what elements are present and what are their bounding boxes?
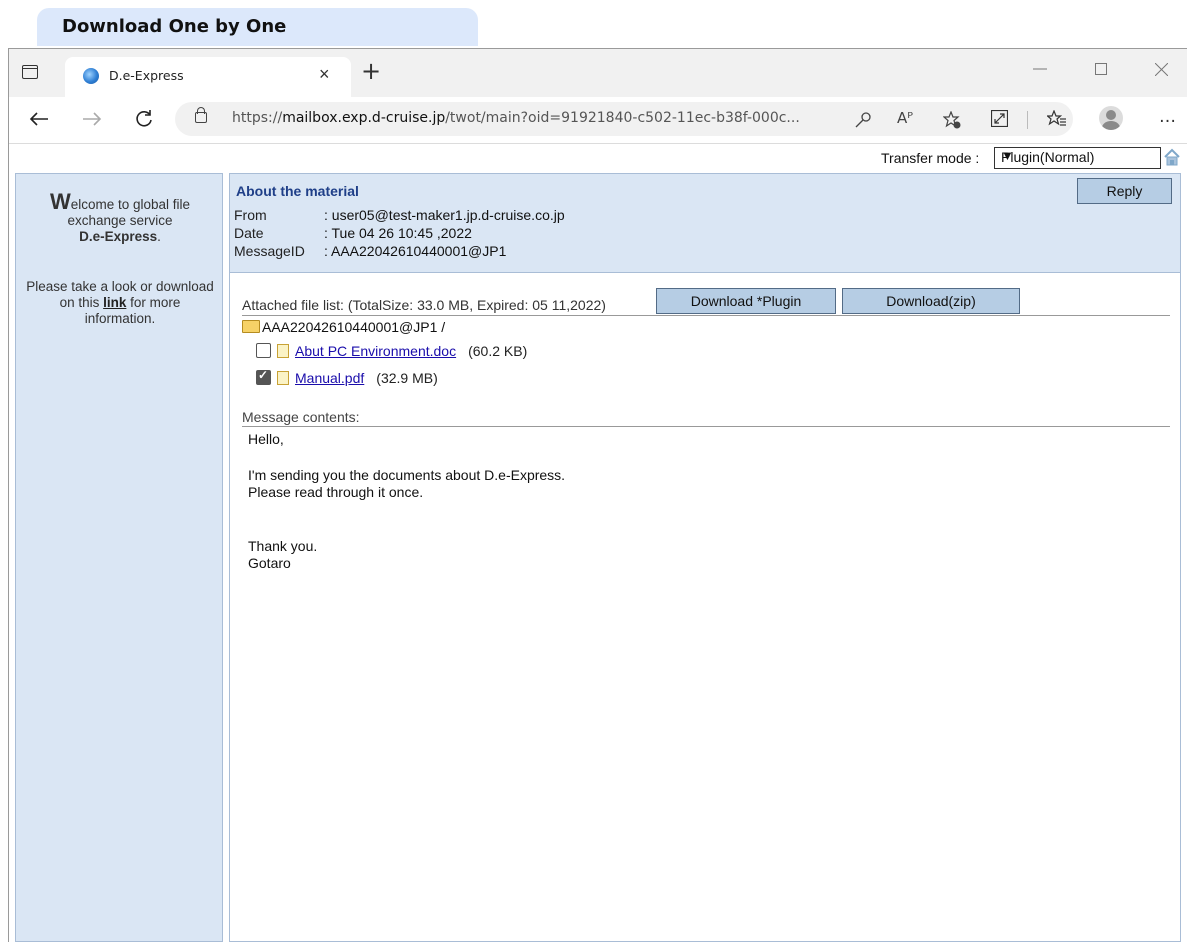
password-key-icon[interactable]: [855, 112, 871, 128]
caption-title: Download One by One: [62, 16, 287, 37]
new-tab-icon[interactable]: +: [361, 57, 381, 85]
sidebar: Welcome to global file exchange service D…: [15, 173, 223, 942]
file-size: (32.9 MB): [376, 370, 438, 386]
document-icon: [277, 344, 289, 358]
transfer-mode-label: Transfer mode :: [881, 150, 980, 166]
from-label: From: [234, 207, 267, 223]
folder-row: AAA22042610440001@JP1 /: [242, 319, 445, 335]
info-text: Please take a look or download on this l…: [26, 279, 214, 326]
file-link[interactable]: Manual.pdf: [295, 370, 364, 386]
browser-window: D.e-Express × + https://mailbox.exp.d-cr…: [8, 48, 1187, 942]
lock-icon[interactable]: [195, 107, 207, 123]
close-tab-icon[interactable]: ×: [319, 64, 330, 85]
file-row: Abut PC Environment.doc (60.2 KB): [256, 343, 527, 359]
maximize-icon[interactable]: [1095, 63, 1107, 75]
folder-name: AAA22042610440001@JP1 /: [262, 319, 446, 335]
transfer-mode-select[interactable]: Plugin(Normal) ▼: [994, 147, 1161, 169]
close-window-icon[interactable]: [1155, 63, 1168, 76]
refresh-icon[interactable]: [134, 109, 154, 129]
folder-icon: [242, 320, 260, 333]
page-content: Transfer mode : Plugin(Normal) ▼ Welcome…: [9, 144, 1187, 942]
date-label: Date: [234, 225, 264, 241]
date-value: : Tue 04 26 10:45 ,2022: [324, 225, 472, 241]
message-subject: About the material: [236, 183, 359, 199]
add-favorite-icon[interactable]: [943, 111, 961, 129]
home-icon[interactable]: [1163, 148, 1181, 166]
message-contents-label: Message contents:: [242, 409, 360, 425]
download-plugin-button[interactable]: Download *Plugin: [656, 288, 836, 314]
file-link[interactable]: Abut PC Environment.doc: [295, 343, 456, 359]
message-id-label: MessageID: [234, 243, 305, 259]
toolbar-separator: [1027, 111, 1028, 129]
back-icon[interactable]: [29, 111, 49, 127]
attached-file-list-label: Attached file list: (TotalSize: 33.0 MB,…: [242, 297, 606, 313]
welcome-text: Welcome to global file exchange service D…: [49, 189, 191, 245]
browser-toolbar: https://mailbox.exp.d-cruise.jp/twot/mai…: [9, 97, 1187, 144]
message-header: About the material Reply From : user05@t…: [230, 174, 1180, 273]
profile-avatar-icon[interactable]: [1099, 106, 1123, 130]
file-checkbox[interactable]: [256, 343, 271, 358]
favorites-icon[interactable]: [1047, 110, 1067, 128]
file-row: Manual.pdf (32.9 MB): [256, 368, 438, 386]
message-body-line: Please read through it once.: [248, 484, 424, 500]
browser-tab[interactable]: D.e-Express ×: [65, 57, 351, 97]
reply-button[interactable]: Reply: [1077, 178, 1172, 204]
from-value: : user05@test-maker1.jp.d-cruise.co.jp: [324, 207, 565, 223]
info-link[interactable]: link: [103, 295, 126, 310]
file-checkbox[interactable]: [256, 368, 271, 385]
message-body-line: Hello,: [248, 431, 284, 447]
minimize-icon[interactable]: [1033, 67, 1047, 71]
address-bar[interactable]: https://mailbox.exp.d-cruise.jp/twot/mai…: [175, 102, 1073, 136]
split-screen-icon[interactable]: [991, 110, 1008, 127]
forward-icon[interactable]: [82, 111, 102, 127]
divider: [242, 426, 1170, 427]
download-zip-button[interactable]: Download(zip): [842, 288, 1020, 314]
message-body-line: Thank you.: [248, 538, 318, 554]
globe-icon: [83, 68, 99, 84]
message-id-value: : AAA22042610440001@JP1: [324, 243, 507, 259]
url-text[interactable]: https://mailbox.exp.d-cruise.jp/twot/mai…: [232, 110, 800, 126]
message-panel: About the material Reply From : user05@t…: [229, 173, 1181, 942]
tab-title: D.e-Express: [109, 68, 184, 83]
file-size: (60.2 KB): [468, 343, 528, 359]
document-icon: [277, 371, 289, 385]
tab-strip: D.e-Express × +: [9, 49, 1187, 97]
read-aloud-icon[interactable]: Aᴾ: [897, 109, 913, 127]
more-options-icon[interactable]: …: [1159, 107, 1176, 127]
message-body-line: Gotaro: [248, 555, 291, 571]
tab-actions-icon[interactable]: [22, 65, 38, 79]
chevron-down-icon: ▼: [1001, 148, 1014, 163]
divider: [242, 315, 1170, 316]
message-body-line: I'm sending you the documents about D.e-…: [248, 467, 566, 483]
